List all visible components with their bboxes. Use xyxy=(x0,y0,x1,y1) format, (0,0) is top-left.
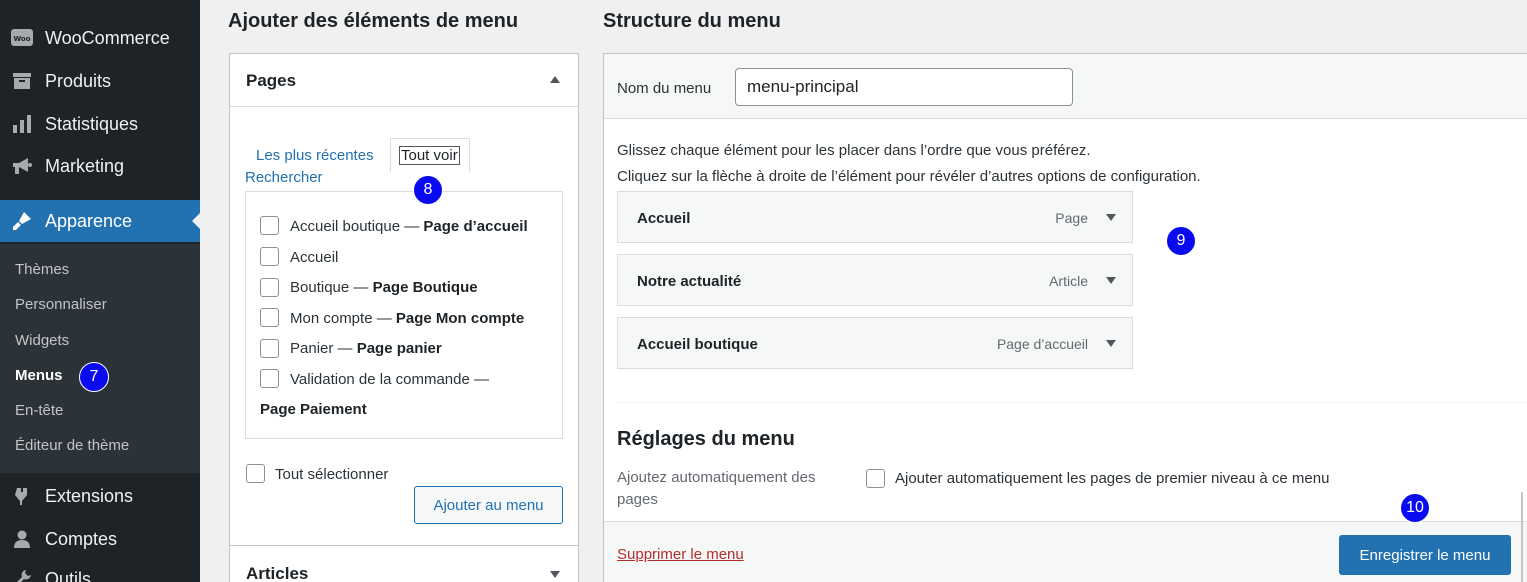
instruction-arrow: Cliquez sur la flèche à droite de l’élém… xyxy=(617,168,1201,185)
menu-name-input[interactable]: menu-principal xyxy=(735,68,1073,106)
sidebar-item-produits[interactable]: Produits xyxy=(0,60,200,102)
sidebar-item-statistiques[interactable]: Statistiques xyxy=(0,103,200,145)
megaphone-icon xyxy=(10,154,34,178)
sidebar-item-outils[interactable]: Outils xyxy=(0,558,200,582)
sidebar-item-label: Comptes xyxy=(45,528,118,549)
user-icon xyxy=(10,527,34,551)
step-badge-8: 8 xyxy=(413,175,443,205)
paintbrush-icon xyxy=(10,209,34,233)
auto-add-setting-label: Ajoutez automatiquement des pages xyxy=(617,469,816,508)
submenu-item-editeur-theme[interactable]: Éditeur de thème xyxy=(15,437,129,454)
woo-icon: Woo xyxy=(10,26,34,50)
menu-footer-bar: Supprimer le menu Enregistrer le menu xyxy=(604,521,1527,582)
sidebar-item-label: Produits xyxy=(45,70,112,91)
page-option-label: Mon compte — Page Mon compte xyxy=(290,310,525,327)
sidebar-item-woocommerce[interactable]: Woo WooCommerce xyxy=(0,17,200,59)
wrench-icon xyxy=(10,567,34,582)
submenu-item-en-tete[interactable]: En-tête xyxy=(15,402,63,419)
sidebar-item-label: Marketing xyxy=(45,155,125,176)
bar-chart-icon xyxy=(10,112,34,136)
item-expand-arrow-icon[interactable] xyxy=(1106,214,1116,221)
menu-item-accueil[interactable]: Accueil Page xyxy=(617,191,1133,243)
sidebar-item-comptes[interactable]: Comptes xyxy=(0,518,200,560)
page-option-label: Boutique — Page Boutique xyxy=(290,279,478,296)
tab-view-all[interactable]: Tout voir xyxy=(390,138,470,172)
admin-sidebar: Woo WooCommerce Produits Statistiques Ma… xyxy=(0,0,200,582)
sidebar-item-label: Outils xyxy=(45,568,92,582)
menu-item-title: Accueil boutique xyxy=(637,336,758,353)
submenu-item-widgets[interactable]: Widgets xyxy=(15,332,69,349)
archive-icon xyxy=(10,69,34,93)
menu-item-accueil-boutique[interactable]: Accueil boutique Page d’accueil xyxy=(617,317,1133,369)
pages-panel: Pages Les plus récentes Tout voir Recher… xyxy=(229,53,579,548)
menu-settings-title: Réglages du menu xyxy=(617,428,795,450)
menu-name-bar: Nom du menu menu-principal xyxy=(604,54,1527,119)
sidebar-item-label: Apparence xyxy=(45,210,133,231)
page-option-label: Accueil xyxy=(290,249,339,266)
save-menu-button[interactable]: Enregistrer le menu xyxy=(1339,535,1511,575)
step-badge-9: 9 xyxy=(1166,226,1196,256)
auto-add-pages-checkbox[interactable] xyxy=(866,469,885,488)
menu-structure-panel: Nom du menu menu-principal Glissez chaqu… xyxy=(603,53,1527,582)
auto-add-pages-label: Ajouter automatiquement les pages de pre… xyxy=(895,470,1330,487)
instruction-drag: Glissez chaque élément pour les placer d… xyxy=(617,142,1091,159)
add-to-menu-button[interactable]: Ajouter au menu xyxy=(414,486,563,524)
delete-menu-link[interactable]: Supprimer le menu xyxy=(617,546,744,563)
menu-item-type: Page xyxy=(1055,210,1088,226)
select-all-checkbox[interactable] xyxy=(246,464,265,483)
item-expand-arrow-icon[interactable] xyxy=(1106,277,1116,284)
select-all-label: Tout sélectionner xyxy=(275,466,389,483)
page-checkbox[interactable] xyxy=(260,247,279,266)
page-option-label-wrapped: Page Paiement xyxy=(260,401,367,418)
articles-panel-title: Articles xyxy=(246,564,309,582)
sidebar-item-extensions[interactable]: Extensions xyxy=(0,475,200,517)
section-divider xyxy=(617,402,1527,403)
pages-checklist: Accueil boutique — Page d’accueil Accuei… xyxy=(245,191,563,439)
page-checkbox[interactable] xyxy=(260,369,279,388)
submenu-item-themes[interactable]: Thèmes xyxy=(15,261,69,278)
sidebar-item-label: Extensions xyxy=(45,485,134,506)
item-expand-arrow-icon[interactable] xyxy=(1106,340,1116,347)
pages-panel-title: Pages xyxy=(246,71,297,90)
scrollbar[interactable] xyxy=(1521,492,1523,582)
sidebar-item-marketing[interactable]: Marketing xyxy=(0,145,200,187)
tab-search[interactable]: Rechercher xyxy=(245,169,323,186)
page-checkbox[interactable] xyxy=(260,216,279,235)
step-badge-10: 10 xyxy=(1400,493,1430,523)
menu-item-notre-actualite[interactable]: Notre actualité Article xyxy=(617,254,1133,306)
expand-arrow-icon[interactable] xyxy=(550,571,560,578)
articles-panel[interactable]: Articles xyxy=(229,545,579,582)
pages-panel-header[interactable]: Pages xyxy=(230,54,578,107)
sidebar-item-apparence[interactable]: Apparence xyxy=(0,200,200,242)
menu-item-title: Accueil xyxy=(637,210,691,227)
page-option-label: Accueil boutique — Page d’accueil xyxy=(290,218,528,235)
menu-structure-title: Structure du menu xyxy=(603,10,781,32)
submenu-item-personnaliser[interactable]: Personnaliser xyxy=(15,296,107,313)
step-badge-7: 7 xyxy=(79,362,109,392)
add-menu-items-title: Ajouter des éléments de menu xyxy=(228,10,519,32)
collapse-arrow-icon[interactable] xyxy=(550,76,560,83)
sidebar-item-label: WooCommerce xyxy=(45,27,170,48)
page-option-label: Panier — Page panier xyxy=(290,340,442,357)
page-checkbox[interactable] xyxy=(260,339,279,358)
menu-name-label: Nom du menu xyxy=(617,80,712,97)
submenu-item-menus[interactable]: Menus xyxy=(15,367,63,384)
page-option-label: Validation de la commande — xyxy=(290,371,489,388)
page-checkbox[interactable] xyxy=(260,278,279,297)
tab-most-recent[interactable]: Les plus récentes xyxy=(256,147,374,164)
page-checkbox[interactable] xyxy=(260,308,279,327)
menu-item-title: Notre actualité xyxy=(637,273,742,290)
tab-view-all-label: Tout voir xyxy=(399,146,460,165)
sidebar-item-label: Statistiques xyxy=(45,113,139,134)
menu-item-type: Article xyxy=(1049,273,1088,289)
apparence-submenu: Thèmes Personnaliser Widgets Menus En-tê… xyxy=(0,244,200,473)
plugin-icon xyxy=(10,484,34,508)
menu-item-type: Page d’accueil xyxy=(996,336,1088,352)
active-menu-arrow xyxy=(192,213,200,229)
svg-text:Woo: Woo xyxy=(13,35,30,43)
